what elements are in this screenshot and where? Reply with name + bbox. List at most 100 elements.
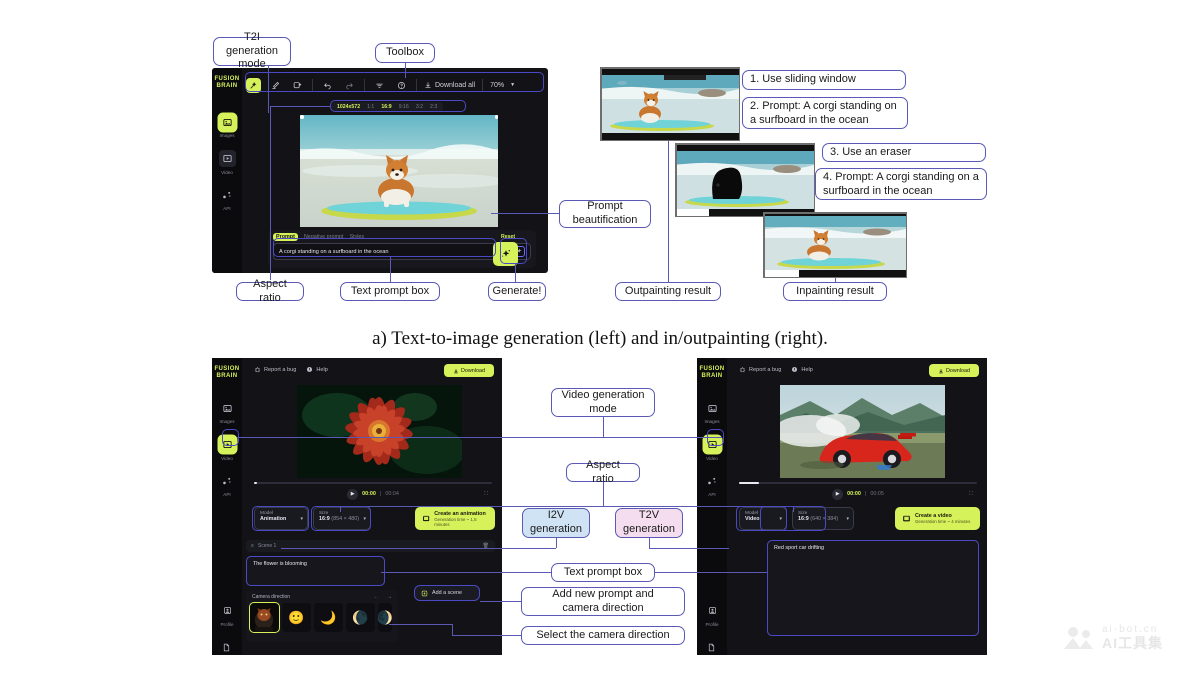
i2v-prompt-box[interactable]: The flower is blooming [246,556,385,586]
generate-button[interactable] [493,242,518,266]
download-all-button[interactable]: Download all [424,81,475,89]
t2v-size-select[interactable]: Size 16:9 (640 × 384) ▾ [792,507,854,530]
aspect-option-16-9[interactable]: 16:9 [381,104,391,110]
help-button[interactable]: Help [306,366,328,373]
t2v-topbar[interactable]: Report a bug Help [739,366,813,373]
sidebar-item-video[interactable]: Video [219,150,236,175]
eraser-icon[interactable] [268,78,283,93]
camera-direction-next-icon[interactable]: → [387,594,392,600]
profile-icon[interactable] [219,602,236,619]
redo-icon[interactable] [342,78,357,93]
camera-direction-panel[interactable]: Camera direction ← → 🙂 🌙 🌘 🌒 [246,590,398,642]
layers-icon[interactable] [372,78,387,93]
i2v-download-button[interactable]: Download [444,364,494,377]
fusion-brain-logo-t2v: FUSIONBRAIN [699,366,724,380]
create-video-button[interactable]: Create a video Generation time ~ 4 minut… [895,507,980,530]
aspect-option-2-3[interactable]: 2:3 [430,104,437,110]
image-frame-icon[interactable] [290,78,305,93]
sidebar-item-documentation-t2v[interactable]: Documentation [698,639,726,655]
canvas-handle-tl[interactable] [300,115,304,119]
prompt-tabs[interactable]: Prompt Negative prompt Styles [268,230,536,243]
help-icon[interactable] [394,78,409,93]
camera-direction-thumb-1[interactable]: 🙂 [282,603,311,632]
api-icon[interactable] [219,187,236,204]
i2v-model-select[interactable]: Model Animation ▾ [254,507,308,530]
fullscreen-icon[interactable]: ⛶ [969,491,973,498]
aspect-ratio-bar[interactable]: 1024x572 1:1 16:9 9:16 3:2 2:3 [331,102,443,112]
documentation-icon[interactable] [703,639,720,655]
undo-icon[interactable] [320,78,335,93]
play-button[interactable]: ▶ [347,489,358,500]
documentation-icon[interactable] [218,639,235,655]
i2v-video-frame[interactable] [297,385,462,478]
add-scene-button[interactable]: Add a scene [414,585,480,601]
t2i-canvas-image[interactable] [300,115,498,227]
camera-direction-thumb-4[interactable]: 🌒 [378,603,392,632]
sidebar-item-video-i2v[interactable]: Video [219,436,236,461]
profile-icon[interactable] [704,602,721,619]
sidebar-item-images-t2v[interactable]: Images [704,400,721,425]
chevron-down-icon[interactable]: ▾ [363,516,366,522]
i2v-size-value: 16:9 (854 × 480) [319,516,365,522]
camera-direction-thumb-3[interactable]: 🌘 [346,603,375,632]
t2i-sidebar[interactable]: FUSIONBRAIN Images Video API [212,68,242,273]
sidebar-item-images-i2v[interactable]: Images [219,400,236,425]
play-button[interactable]: ▶ [832,489,843,500]
video-icon[interactable] [219,436,236,453]
sidebar-item-profile-t2v[interactable]: Profile [704,602,721,627]
t2v-video-frame[interactable] [780,385,945,478]
images-icon[interactable] [704,400,721,417]
reset-button[interactable]: Reset [501,234,515,240]
t2v-prompt-box[interactable]: Red sport car drifting [767,540,979,636]
chevron-down-icon[interactable]: ▾ [846,516,849,522]
images-icon[interactable] [219,400,236,417]
sidebar-item-api-t2v[interactable]: API [704,473,721,498]
i2v-scrubber[interactable] [254,482,492,484]
t2v-model-value: Video [745,516,781,522]
i2v-topbar[interactable]: Report a bug Help [254,366,328,373]
tab-styles[interactable]: Styles [349,234,364,240]
images-icon[interactable] [219,114,236,131]
tab-negative-prompt[interactable]: Negative prompt [304,234,344,240]
fullscreen-icon[interactable]: ⛶ [484,491,488,498]
chevron-down-icon[interactable]: ▾ [779,516,782,522]
report-bug-button[interactable]: Report a bug [739,366,781,373]
aspect-option-3-2[interactable]: 3:2 [416,104,423,110]
sidebar-item-api[interactable]: API [219,187,236,212]
camera-direction-thumbnails[interactable]: 🙂 🌙 🌘 🌒 [250,603,394,632]
api-icon[interactable] [219,473,236,490]
camera-direction-thumb-2[interactable]: 🌙 [314,603,343,632]
aspect-option-9-16[interactable]: 9:16 [399,104,409,110]
sidebar-item-documentation-i2v[interactable]: Documentation [213,639,241,655]
sidebar-item-video-t2v[interactable]: Video [704,436,721,461]
i2v-sidebar[interactable]: FUSIONBRAIN Images Video API [212,358,242,655]
t2v-player-controls[interactable]: ▶ 00:00 | 00:05 ⛶ [739,487,977,501]
camera-direction-prev-icon[interactable]: ← [374,594,379,600]
magic-wand-icon[interactable] [246,78,261,93]
canvas-handle-tr[interactable] [495,115,499,119]
api-icon[interactable] [704,473,721,490]
i2v-scene-row[interactable]: ≡ Scene 1 🗑 [246,540,495,552]
sidebar-item-images[interactable]: Images [219,114,236,139]
tab-prompt[interactable]: Prompt [273,233,298,241]
chevron-down-icon[interactable]: ▼ [510,82,515,88]
sidebar-item-api-i2v[interactable]: API [219,473,236,498]
video-icon[interactable] [219,150,236,167]
t2v-scrubber[interactable] [739,482,977,484]
t2v-download-button[interactable]: Download [929,364,979,377]
i2v-player-controls[interactable]: ▶ 00:00 | 00:04 ⛶ [254,487,492,501]
scene-collapse-icon[interactable]: ≡ [251,543,254,549]
chevron-down-icon[interactable]: ▾ [300,516,303,522]
t2i-toolbar[interactable]: Download all 70% ▼ [246,74,542,96]
aspect-option-1-1[interactable]: 1:1 [367,104,374,110]
help-button[interactable]: Help [791,366,813,373]
create-animation-button[interactable]: Create an animation Generation time ~ 1,… [415,507,495,530]
i2v-size-select[interactable]: Size 16:9 (854 × 480) ▾ [313,507,371,530]
sidebar-item-video-label: Video [706,456,718,461]
sidebar-item-profile-i2v[interactable]: Profile [219,602,236,627]
report-bug-button[interactable]: Report a bug [254,366,296,373]
camera-direction-thumb-source[interactable] [250,603,279,632]
t2v-model-select[interactable]: Model Video ▾ [739,507,787,530]
zoom-select[interactable]: 70% ▼ [490,82,515,89]
video-icon[interactable] [704,436,721,453]
